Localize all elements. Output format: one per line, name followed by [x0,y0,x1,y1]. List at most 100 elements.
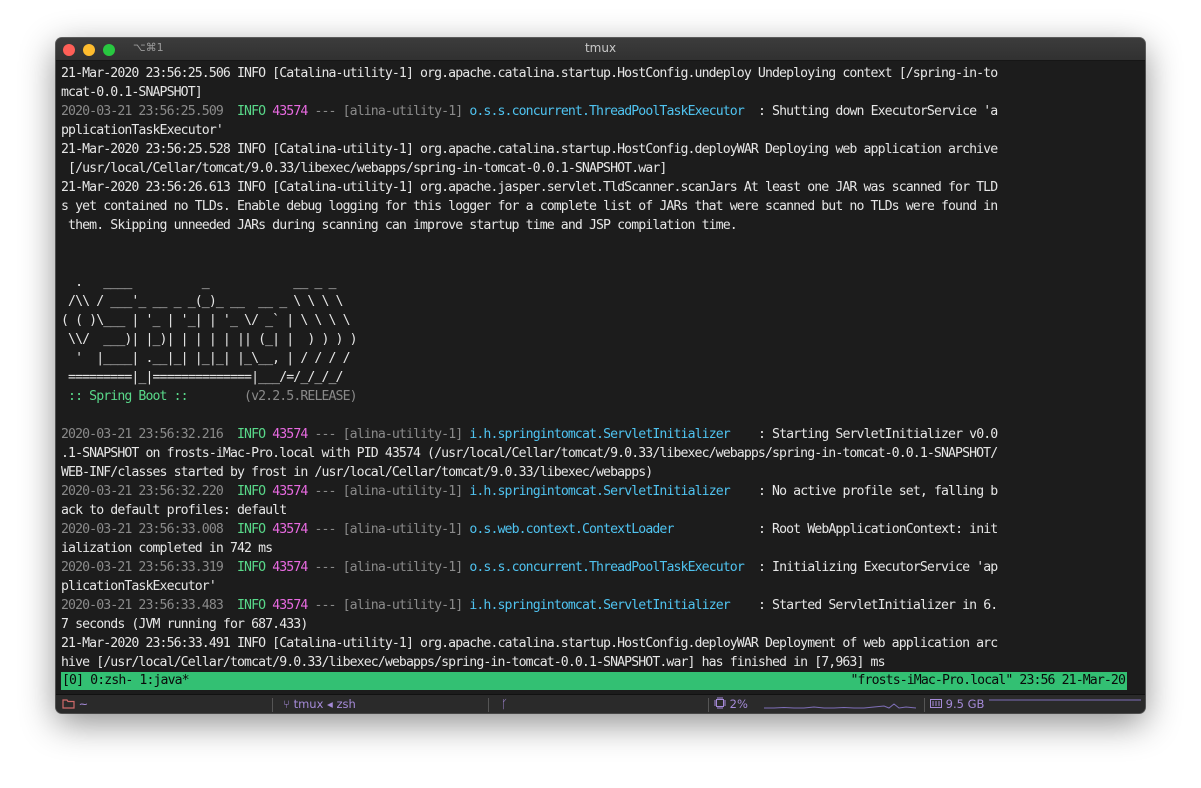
bottom-status-bar: ~ ⑂ tmux ◂ zsh ᚴ 2% 9.5 GB [56,694,1145,713]
cpu-segment: 2% [714,697,748,711]
memory-value: 9.5 GB [945,697,985,711]
line-segment: --- [alina-utility-1] [307,522,470,537]
terminal-line: ialization completed in 742 ms [61,539,1127,558]
terminal-line: WEB-INF/classes started by frost in /usr… [61,463,1127,482]
line-segment: o.s.s.concurrent.ThreadPoolTaskExecutor [469,104,744,119]
memory-sparkline [989,699,1141,701]
line-segment: pplicationTaskExecutor' [61,123,224,138]
terminal-line: ack to default profiles: default [61,501,1127,520]
cpu-sparkline [764,703,916,709]
line-segment: i.h.springintomcat.ServletInitializer [469,484,730,499]
line-segment: --- [alina-utility-1] [307,427,470,442]
line-segment: 2020-03-21 23:56:32.216 [61,427,237,442]
folder-icon [62,699,75,709]
separator [924,698,925,712]
line-segment: 21-Mar-2020 23:56:25.506 INFO [Catalina-… [61,66,998,81]
line-segment: i.h.springintomcat.ServletInitializer [469,427,730,442]
line-segment: --- [alina-utility-1] [307,560,470,575]
cpu-value: 2% [729,697,748,711]
terminal-line: plicationTaskExecutor' [61,577,1127,596]
line-segment: --- [alina-utility-1] [307,104,470,119]
terminal-line: 21-Mar-2020 23:56:26.613 INFO [Catalina-… [61,178,1127,197]
cpu-icon [714,697,726,709]
line-segment: :: Spring Boot :: [61,389,195,404]
line-segment: INFO [237,560,266,575]
line-segment: ialization completed in 742 ms [61,541,273,556]
terminal-line: [/usr/local/Cellar/tomcat/9.0.33/libexec… [61,159,1127,178]
line-segment: INFO [237,598,266,613]
line-segment: 21-Mar-2020 23:56:25.528 INFO [Catalina-… [61,142,998,157]
line-segment: : Starting ServletInitializer v0.0 [729,427,998,442]
session-segment[interactable]: ⑂ tmux ◂ zsh [283,697,356,711]
line-segment: o.s.web.context.ContextLoader [469,522,674,537]
line-segment: ( ( )\___ | '_ | '_| | '_ \/ _` | \ \ \ … [61,313,351,328]
line-segment: : No active profile set, falling b [729,484,998,499]
line-segment: WEB-INF/classes started by frost in /usr… [61,465,653,480]
git-segment[interactable]: ᚴ [501,697,508,711]
tmux-status-bar: [0] 0:zsh- 1:java* "frosts-iMac-Pro.loca… [61,672,1127,690]
memory-icon [930,699,942,708]
line-segment: i.h.springintomcat.ServletInitializer [469,598,730,613]
terminal-line: s yet contained no TLDs. Enable debug lo… [61,197,1127,216]
line-segment: 21-Mar-2020 23:56:26.613 INFO [Catalina-… [61,180,998,195]
line-segment: 43574 [272,104,308,119]
line-segment: : Shutting down ExecutorService 'a [743,104,998,119]
terminal-line: /\\ / ___'_ __ _ _(_)_ __ __ _ \ \ \ \ [61,292,1127,311]
terminal-line: ( ( )\___ | '_ | '_| | '_ \/ _` | \ \ \ … [61,311,1127,330]
terminal-line: mcat-0.0.1-SNAPSHOT] [61,83,1127,102]
line-segment: . ____ _ __ _ _ [61,275,336,290]
line-segment: 43574 [272,560,308,575]
line-segment: 2020-03-21 23:56:33.319 [61,560,237,575]
line-segment: o.s.s.concurrent.ThreadPoolTaskExecutor [469,560,744,575]
cwd-segment[interactable]: ~ [62,697,88,711]
separator [488,698,489,712]
line-segment: s yet contained no TLDs. Enable debug lo… [61,199,998,214]
line-segment: 21-Mar-2020 23:56:33.491 INFO [Catalina-… [61,636,998,651]
terminal-line: 2020-03-21 23:56:33.483 INFO 43574 --- [… [61,596,1127,615]
line-segment: : Started ServletInitializer in 6. [729,598,998,613]
line-segment: INFO [237,427,266,442]
title-bar: ⌥⌘1 tmux [56,38,1145,61]
line-segment: ack to default profiles: default [61,503,287,518]
tmux-window-list[interactable]: [0] 0:zsh- 1:java* [62,672,190,690]
terminal-line: \\/ ___)| |_)| | | | | || (_| | ) ) ) ) [61,330,1127,349]
git-branch-icon: ᚴ [501,697,508,711]
terminal-line: =========|_|==============|___/=/_/_/_/ [61,368,1127,387]
line-segment: : Initializing ExecutorService 'ap [743,560,998,575]
terminal-line: 2020-03-21 23:56:32.216 INFO 43574 --- [… [61,425,1127,444]
terminal-line: . ____ _ __ _ _ [61,273,1127,292]
terminal-output[interactable]: 21-Mar-2020 23:56:25.506 INFO [Catalina-… [61,64,1127,691]
line-segment: .1-SNAPSHOT on frosts-iMac-Pro.local wit… [61,446,998,461]
line-segment: INFO [237,522,266,537]
terminal-line: 2020-03-21 23:56:33.319 INFO 43574 --- [… [61,558,1127,577]
session-label: tmux ◂ zsh [293,697,356,711]
branch-icon: ⑂ [283,697,290,711]
line-segment: 43574 [272,522,308,537]
terminal-line: 2020-03-21 23:56:33.008 INFO 43574 --- [… [61,520,1127,539]
line-segment: 43574 [272,598,308,613]
line-segment: (v2.2.5.RELEASE) [194,389,358,404]
terminal-line: .1-SNAPSHOT on frosts-iMac-Pro.local wit… [61,444,1127,463]
line-segment: /\\ / ___'_ __ _ _(_)_ __ __ _ \ \ \ \ [61,294,343,309]
line-segment: 2020-03-21 23:56:33.483 [61,598,237,613]
line-segment: 2020-03-21 23:56:32.220 [61,484,237,499]
line-segment: them. Skipping unneeded JARs during scan… [61,218,738,233]
separator [272,698,273,712]
line-segment: plicationTaskExecutor' [61,579,217,594]
line-segment: 43574 [272,484,308,499]
line-segment: ' |____| .__|_| |_|_| |_\__, | / / / / [61,351,350,366]
terminal-line: hive [/usr/local/Cellar/tomcat/9.0.33/li… [61,653,1127,672]
line-segment: --- [alina-utility-1] [307,598,470,613]
line-segment: \\/ ___)| |_)| | | | | || (_| | ) ) ) ) [61,332,358,347]
line-segment: INFO [237,484,266,499]
line-segment: : Root WebApplicationContext: init [673,522,998,537]
terminal-line: 7 seconds (JVM running for 687.433) [61,615,1127,634]
terminal-line: 2020-03-21 23:56:25.509 INFO 43574 --- [… [61,102,1127,121]
terminal-line: 21-Mar-2020 23:56:33.491 INFO [Catalina-… [61,634,1127,653]
memory-segment: 9.5 GB [930,697,984,711]
terminal-line: 2020-03-21 23:56:32.220 INFO 43574 --- [… [61,482,1127,501]
line-segment: hive [/usr/local/Cellar/tomcat/9.0.33/li… [61,655,886,670]
terminal-line: pplicationTaskExecutor' [61,121,1127,140]
